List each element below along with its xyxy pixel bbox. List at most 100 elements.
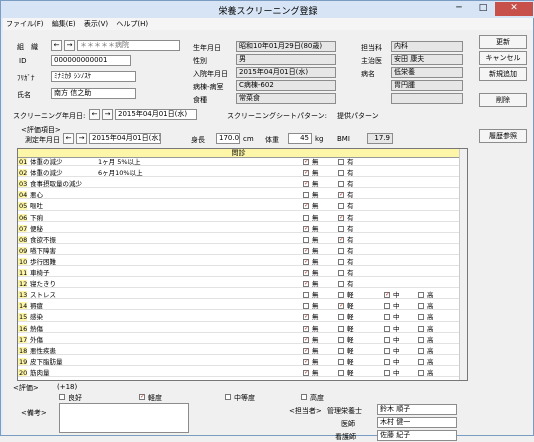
menu-view[interactable]: 表示(V) [81,18,111,30]
option-checkbox[interactable]: ✓ [303,336,309,343]
option-checkbox[interactable]: ✓ [303,314,309,321]
menu-edit[interactable]: 編集(E) [49,18,79,30]
option-checkbox[interactable]: ✓ [303,258,309,265]
measure-date-field[interactable]: 2015年04月01日(水) [89,133,161,144]
option-checkbox[interactable] [303,192,309,199]
option-checkbox[interactable] [303,236,309,243]
option-checkbox[interactable]: ✓ [303,159,309,165]
measure-next-button[interactable]: → [76,133,87,144]
option-checkbox[interactable] [338,325,344,332]
meal-label: 食種 [193,96,207,104]
option-checkbox[interactable]: ✓ [338,192,344,199]
option-checkbox[interactable] [338,225,344,232]
option-checkbox[interactable] [303,303,309,310]
menu-file[interactable]: ファイル(F) [3,18,47,30]
prev-patient-button[interactable]: ← [51,40,62,51]
option-checkbox[interactable] [384,369,390,376]
option-checkbox[interactable]: ✓ [303,325,309,332]
option-checkbox[interactable] [338,358,344,365]
result-checkbox[interactable] [225,394,231,400]
new-button[interactable]: 新規追加 [479,67,527,81]
delete-button[interactable]: 削除 [479,93,527,107]
minimize-button[interactable]: ─ [447,2,471,16]
option-checkbox[interactable]: ✓ [338,303,344,310]
bmi-value: 17.9 [367,133,393,144]
option-checkbox[interactable] [418,336,424,343]
option-checkbox[interactable] [418,347,424,354]
name-field[interactable]: 南方 信之助 [51,88,136,99]
option-checkbox[interactable] [418,369,424,376]
close-button[interactable]: ✕ [495,2,533,16]
option-checkbox[interactable] [338,347,344,354]
option-checkbox[interactable] [418,314,424,321]
option-checkbox[interactable]: ✓ [338,214,344,221]
result-checkbox[interactable] [59,394,65,400]
cancel-button[interactable]: キャンセル [479,51,527,65]
option-checkbox[interactable] [338,281,344,288]
kana-field[interactable]: ﾐﾅﾐｶﾀ ｼﾝﾉｽｹ [51,71,136,82]
row-item: 食欲不振 [30,235,56,243]
option-checkbox[interactable] [338,369,344,376]
option-checkbox[interactable] [338,247,344,254]
option-checkbox[interactable] [338,270,344,276]
remarks-field[interactable] [59,403,189,433]
option-checkbox[interactable]: ✓ [303,203,309,210]
ward-label: 組 織 [17,43,38,51]
grid-scrollbar[interactable] [459,149,467,380]
history-button[interactable]: 履歴参照 [479,129,527,143]
screening-date-select[interactable]: 2015年04月01日(水) [115,109,197,120]
screening-next-button[interactable]: → [102,109,113,120]
option-checkbox[interactable] [384,314,390,321]
next-patient-button[interactable]: → [64,40,75,51]
update-button[interactable]: 更新 [479,35,527,49]
option-checkbox[interactable] [384,358,390,365]
option-checkbox[interactable] [338,292,344,299]
staff-name-1[interactable]: 鈴木 順子 [377,404,457,415]
option-checkbox[interactable] [384,347,390,354]
option-checkbox[interactable]: ✓ [338,236,344,243]
option-checkbox[interactable] [338,258,344,265]
option-checkbox[interactable] [338,314,344,321]
option-checkbox[interactable] [418,303,424,310]
result-checkbox[interactable] [301,394,307,400]
option-checkbox[interactable] [384,336,390,343]
option-checkbox[interactable] [303,214,309,221]
option-checkbox[interactable] [338,170,344,177]
option-checkbox[interactable] [338,159,344,165]
result-checkbox[interactable]: ✓ [139,394,145,400]
option-checkbox[interactable]: ✓ [303,225,309,232]
maximize-button[interactable]: □ [471,2,495,16]
option-checkbox[interactable]: ✓ [303,347,309,354]
row-number: 04 [18,191,28,200]
option-checkbox[interactable]: ✓ [303,247,309,254]
option-checkbox[interactable]: ✓ [303,181,309,188]
row-item: 便秘 [30,224,43,232]
option-checkbox[interactable]: ✓ [303,281,309,288]
option-checkbox[interactable] [384,303,390,310]
option-checkbox[interactable] [384,325,390,332]
option-label: 中 [393,357,400,366]
option-checkbox[interactable] [418,292,424,299]
option-checkbox[interactable] [418,358,424,365]
option-checkbox[interactable]: ✓ [303,369,309,376]
option-checkbox[interactable]: ✓ [384,292,390,299]
ward-select[interactable]: ＊＊＊＊＊病院 [77,40,180,51]
option-checkbox[interactable] [338,181,344,188]
staff-name-2[interactable]: 木村 健一 [377,417,457,428]
option-checkbox[interactable] [338,336,344,343]
option-checkbox[interactable]: ✓ [303,170,309,177]
height-field[interactable]: 170.0 [216,133,240,144]
option-checkbox[interactable] [338,203,344,210]
measure-prev-button[interactable]: ← [63,133,74,144]
weight-field[interactable]: 45 [288,133,312,144]
id-field[interactable]: 000000000001 [51,55,131,66]
pattern-label: スクリーニングシートパターン: [227,112,328,120]
grid-row: 11 車椅子 ✓ 無 有 [18,269,459,278]
sex-value: 男 [236,54,336,65]
menu-help[interactable]: ヘルプ(H) [113,18,151,30]
option-checkbox[interactable] [418,325,424,332]
option-checkbox[interactable]: ✓ [303,358,309,365]
option-checkbox[interactable] [303,292,309,299]
screening-prev-button[interactable]: ← [89,109,100,120]
option-checkbox[interactable]: ✓ [303,270,309,276]
